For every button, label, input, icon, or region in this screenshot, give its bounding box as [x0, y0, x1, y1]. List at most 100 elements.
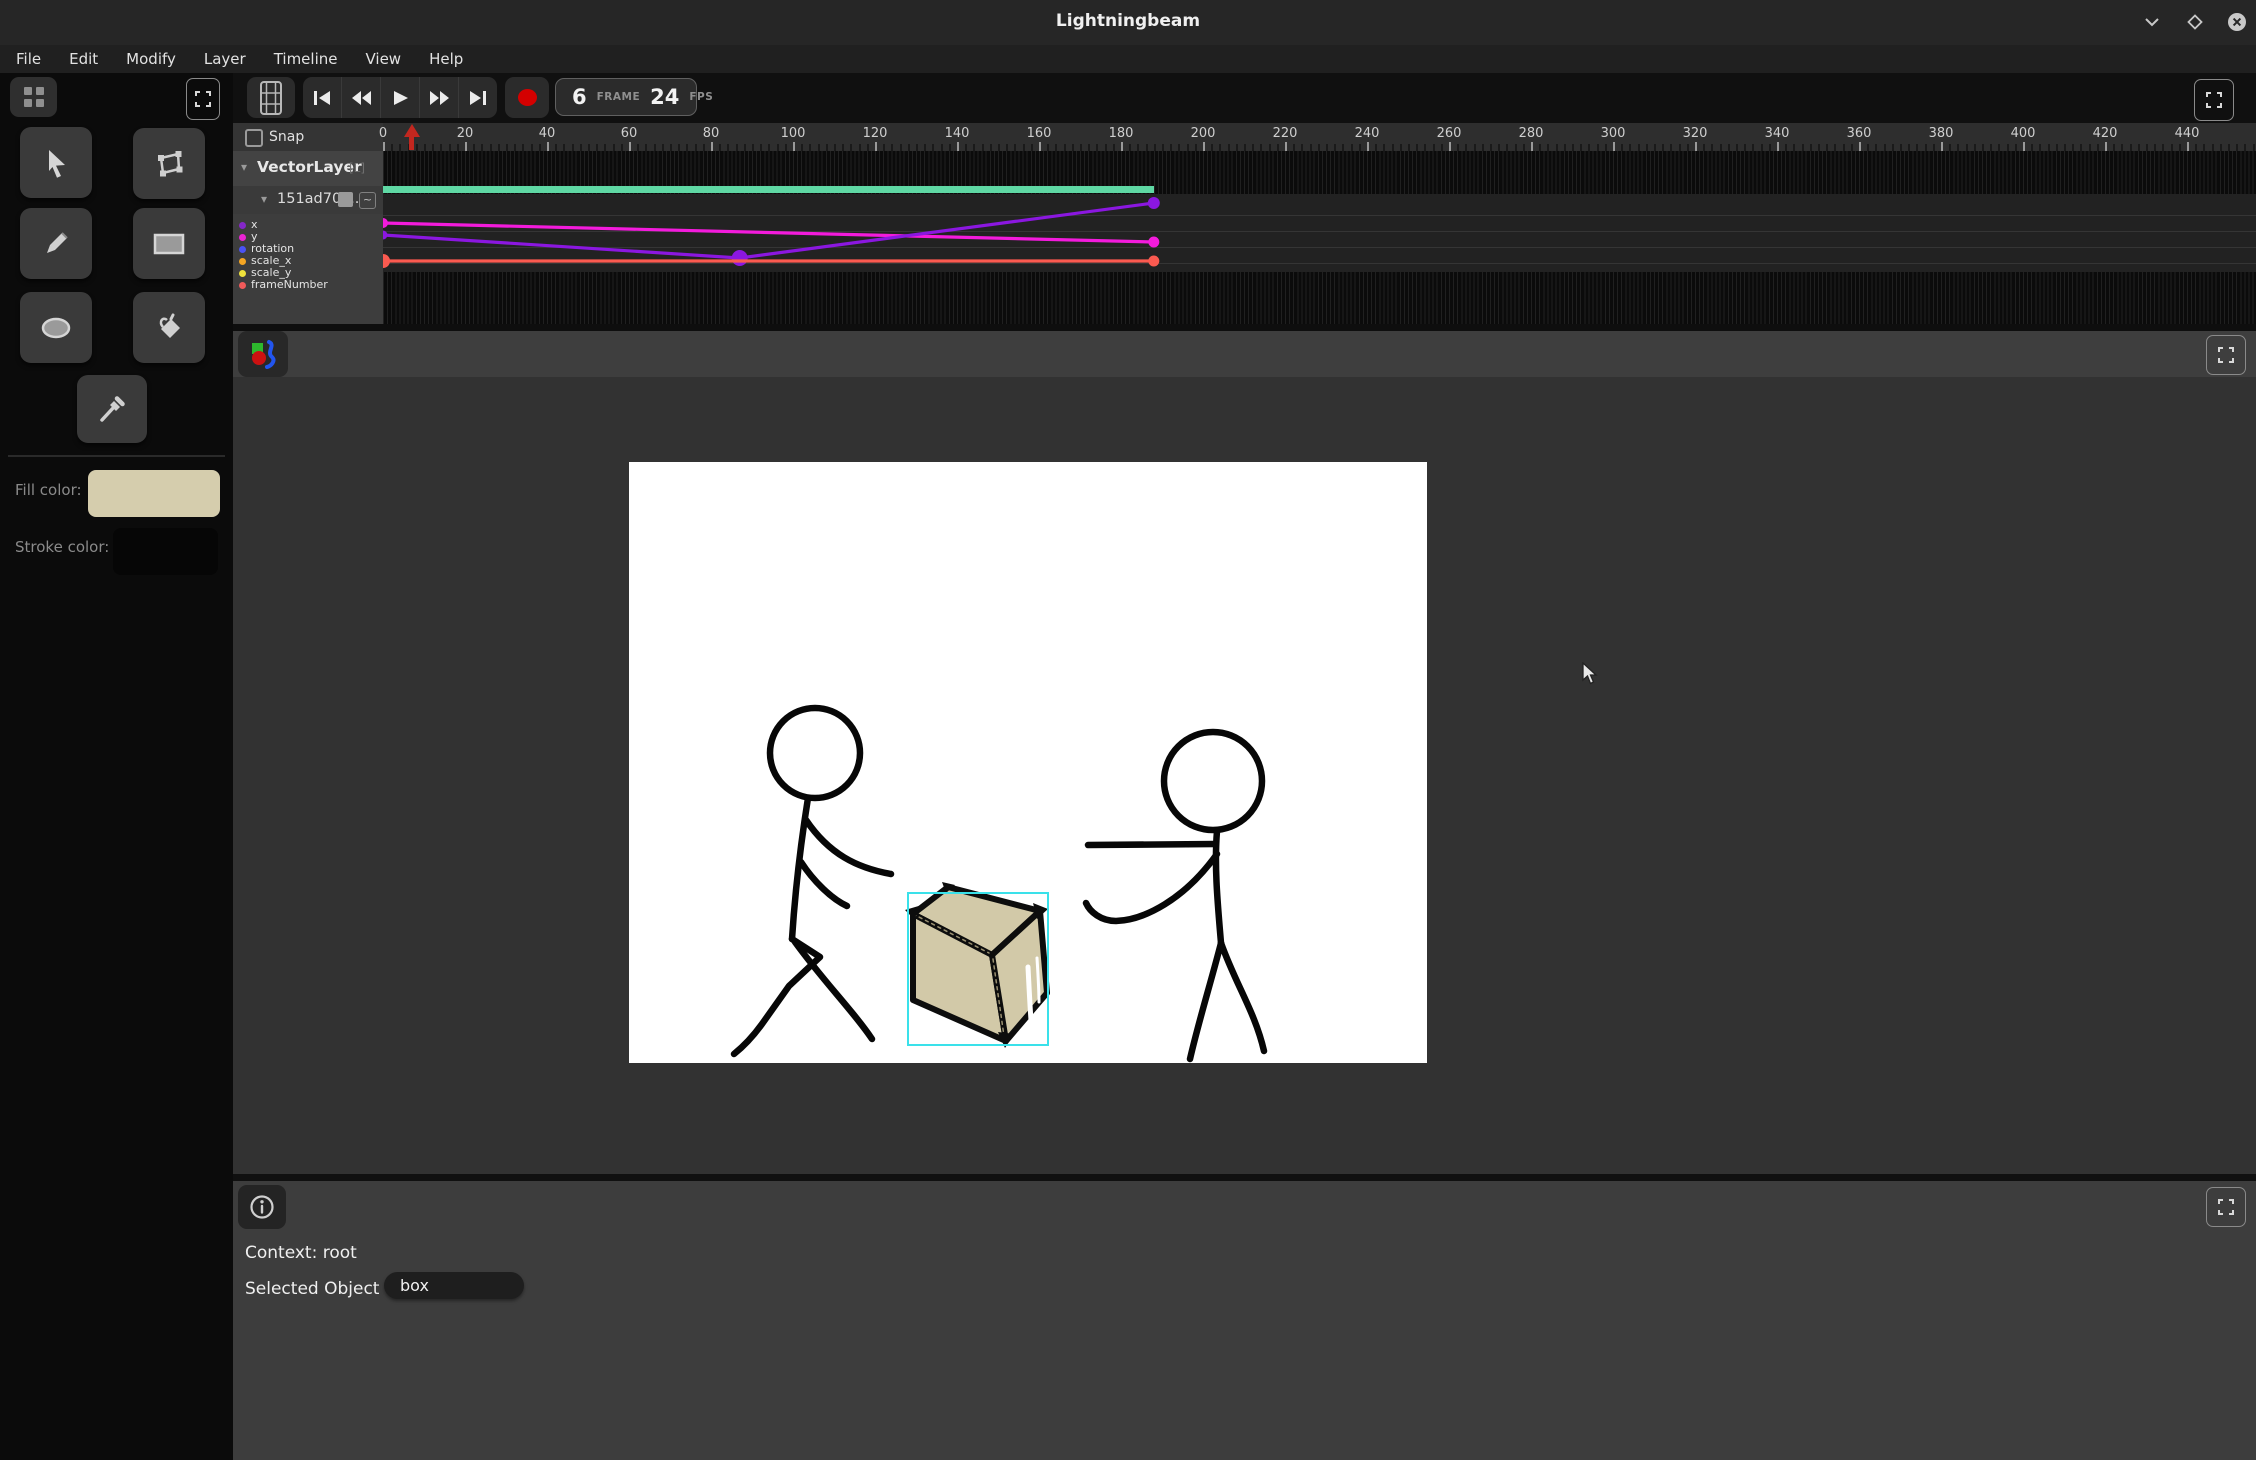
ruler-minor-tick	[1269, 144, 1271, 151]
box-object[interactable]	[905, 882, 1048, 1048]
ruler-major-tick	[629, 142, 631, 151]
panel-grid-button[interactable]	[10, 77, 57, 117]
minimize-button[interactable]	[2137, 9, 2167, 35]
ruler-minor-tick	[924, 144, 926, 151]
ruler-minor-tick	[1055, 144, 1057, 151]
animation-curves	[383, 194, 2256, 272]
playhead[interactable]	[404, 124, 420, 151]
stage-area[interactable]	[233, 377, 2256, 1174]
snap-checkbox[interactable]	[245, 129, 263, 147]
chevron-down-icon[interactable]: ▾	[261, 192, 267, 206]
ruler-label: 420	[2093, 126, 2118, 141]
drawing-canvas[interactable]	[629, 462, 1427, 1063]
keyframe-dot-y[interactable]	[1148, 237, 1159, 248]
ruler-minor-tick	[1433, 144, 1435, 151]
keyframe-dot-x[interactable]	[1148, 197, 1160, 209]
pencil-tool-button[interactable]	[20, 208, 92, 279]
ruler-major-tick	[1941, 142, 1943, 151]
ruler-minor-tick	[1752, 144, 1754, 151]
film-panel-button[interactable]	[247, 77, 295, 118]
menu-timeline[interactable]: Timeline	[260, 45, 352, 73]
selected-object-dropdown[interactable]: box	[384, 1272, 524, 1299]
ruler-minor-tick	[2039, 144, 2041, 151]
keyframe-dot-frameNumber[interactable]	[383, 254, 390, 268]
select-tool-button[interactable]	[20, 127, 92, 198]
skip-to-end-button[interactable]	[459, 77, 497, 118]
keyframe-dot-x[interactable]	[383, 231, 388, 240]
keyframe-dot-frameNumber[interactable]	[1148, 256, 1159, 267]
frame-value[interactable]: 6	[572, 85, 587, 109]
curve-x	[383, 203, 1154, 258]
eyedropper-tool-button[interactable]	[77, 375, 147, 443]
tools-expand-button[interactable]	[186, 78, 220, 120]
ruler-minor-tick	[514, 144, 516, 151]
maximize-button[interactable]	[2180, 9, 2210, 35]
frame-track-lower[interactable]	[383, 272, 2256, 324]
menu-layer[interactable]: Layer	[190, 45, 260, 73]
record-button[interactable]	[505, 77, 549, 118]
frame-counter[interactable]: 6 FRAME 24 FPS	[555, 78, 697, 116]
stage-header	[233, 331, 2256, 377]
curve-area[interactable]	[383, 194, 2256, 272]
rectangle-icon	[152, 231, 186, 257]
ruler-label: 280	[1519, 126, 1544, 141]
fps-value[interactable]: 24	[650, 85, 679, 109]
keyframe-dot-y[interactable]	[383, 218, 388, 228]
stage-panel	[233, 324, 2256, 1174]
ruler-major-tick	[465, 142, 467, 151]
ruler-minor-tick	[1490, 144, 1492, 151]
ruler-minor-tick	[1572, 144, 1574, 151]
timeline-expand-button[interactable]	[2194, 79, 2234, 121]
ruler-minor-tick	[2146, 144, 2148, 151]
left-stick-figure[interactable]	[734, 708, 891, 1054]
ruler-minor-tick	[457, 144, 459, 151]
layer-row-object[interactable]: ▾ 151ad70a... ~	[233, 186, 383, 214]
paint-bucket-tool-button[interactable]	[133, 292, 205, 363]
right-stick-figure[interactable]	[1086, 732, 1264, 1059]
ruler-label: 160	[1027, 126, 1052, 141]
ruler-minor-tick	[2031, 144, 2033, 151]
stroke-color-swatch[interactable]	[113, 528, 218, 575]
ruler-minor-tick	[481, 144, 483, 151]
stage-expand-button[interactable]	[2206, 335, 2246, 375]
inspector-expand-button[interactable]	[2206, 1187, 2246, 1227]
skip-to-start-button[interactable]	[303, 77, 342, 118]
ruler-minor-tick	[1728, 144, 1730, 151]
ruler-minor-tick	[1851, 144, 1853, 151]
property-frameNumber[interactable]: frameNumber	[233, 279, 383, 291]
ellipse-tool-button[interactable]	[20, 292, 92, 363]
play-button[interactable]	[381, 77, 420, 118]
layer-span-bar[interactable]	[383, 186, 1154, 193]
ruler-major-tick	[1695, 142, 1697, 151]
rewind-button[interactable]	[342, 77, 381, 118]
info-icon	[249, 1194, 275, 1220]
fast-forward-button[interactable]	[420, 77, 459, 118]
info-panel-button[interactable]	[238, 1185, 286, 1229]
stage-panel-button[interactable]	[238, 331, 288, 377]
menu-help[interactable]: Help	[415, 45, 477, 73]
chevron-down-icon[interactable]: ▾	[241, 160, 247, 174]
layer-visibility-button[interactable]	[338, 192, 353, 207]
ruler-major-tick	[1203, 142, 1205, 151]
menu-edit[interactable]: Edit	[55, 45, 112, 73]
ruler-major-tick	[1531, 142, 1533, 151]
ruler-minor-tick	[1588, 144, 1590, 151]
diamond-icon	[2187, 14, 2203, 30]
ruler-minor-tick	[2080, 144, 2082, 151]
layer-row-vectorlayer[interactable]: ▾ VectorLayer [L]	[233, 151, 383, 187]
timeline-ruler[interactable]: 0204060801001201401601802002202402602803…	[383, 123, 2256, 151]
menu-view[interactable]: View	[351, 45, 415, 73]
menu-file[interactable]: File	[2, 45, 55, 73]
menu-modify[interactable]: Modify	[112, 45, 190, 73]
fill-color-swatch[interactable]	[88, 470, 220, 517]
rectangle-tool-button[interactable]	[133, 208, 205, 279]
layer-tween-button[interactable]: ~	[359, 192, 376, 209]
ruler-minor-tick	[1072, 144, 1074, 151]
close-button[interactable]	[2222, 9, 2252, 35]
ruler-minor-tick	[1564, 144, 1566, 151]
keyframe-dot-x[interactable]	[732, 250, 748, 266]
transform-tool-button[interactable]	[133, 128, 205, 199]
ruler-minor-tick	[1383, 144, 1385, 151]
ruler-minor-tick	[1785, 144, 1787, 151]
frame-unit-label: FRAME	[597, 91, 641, 103]
